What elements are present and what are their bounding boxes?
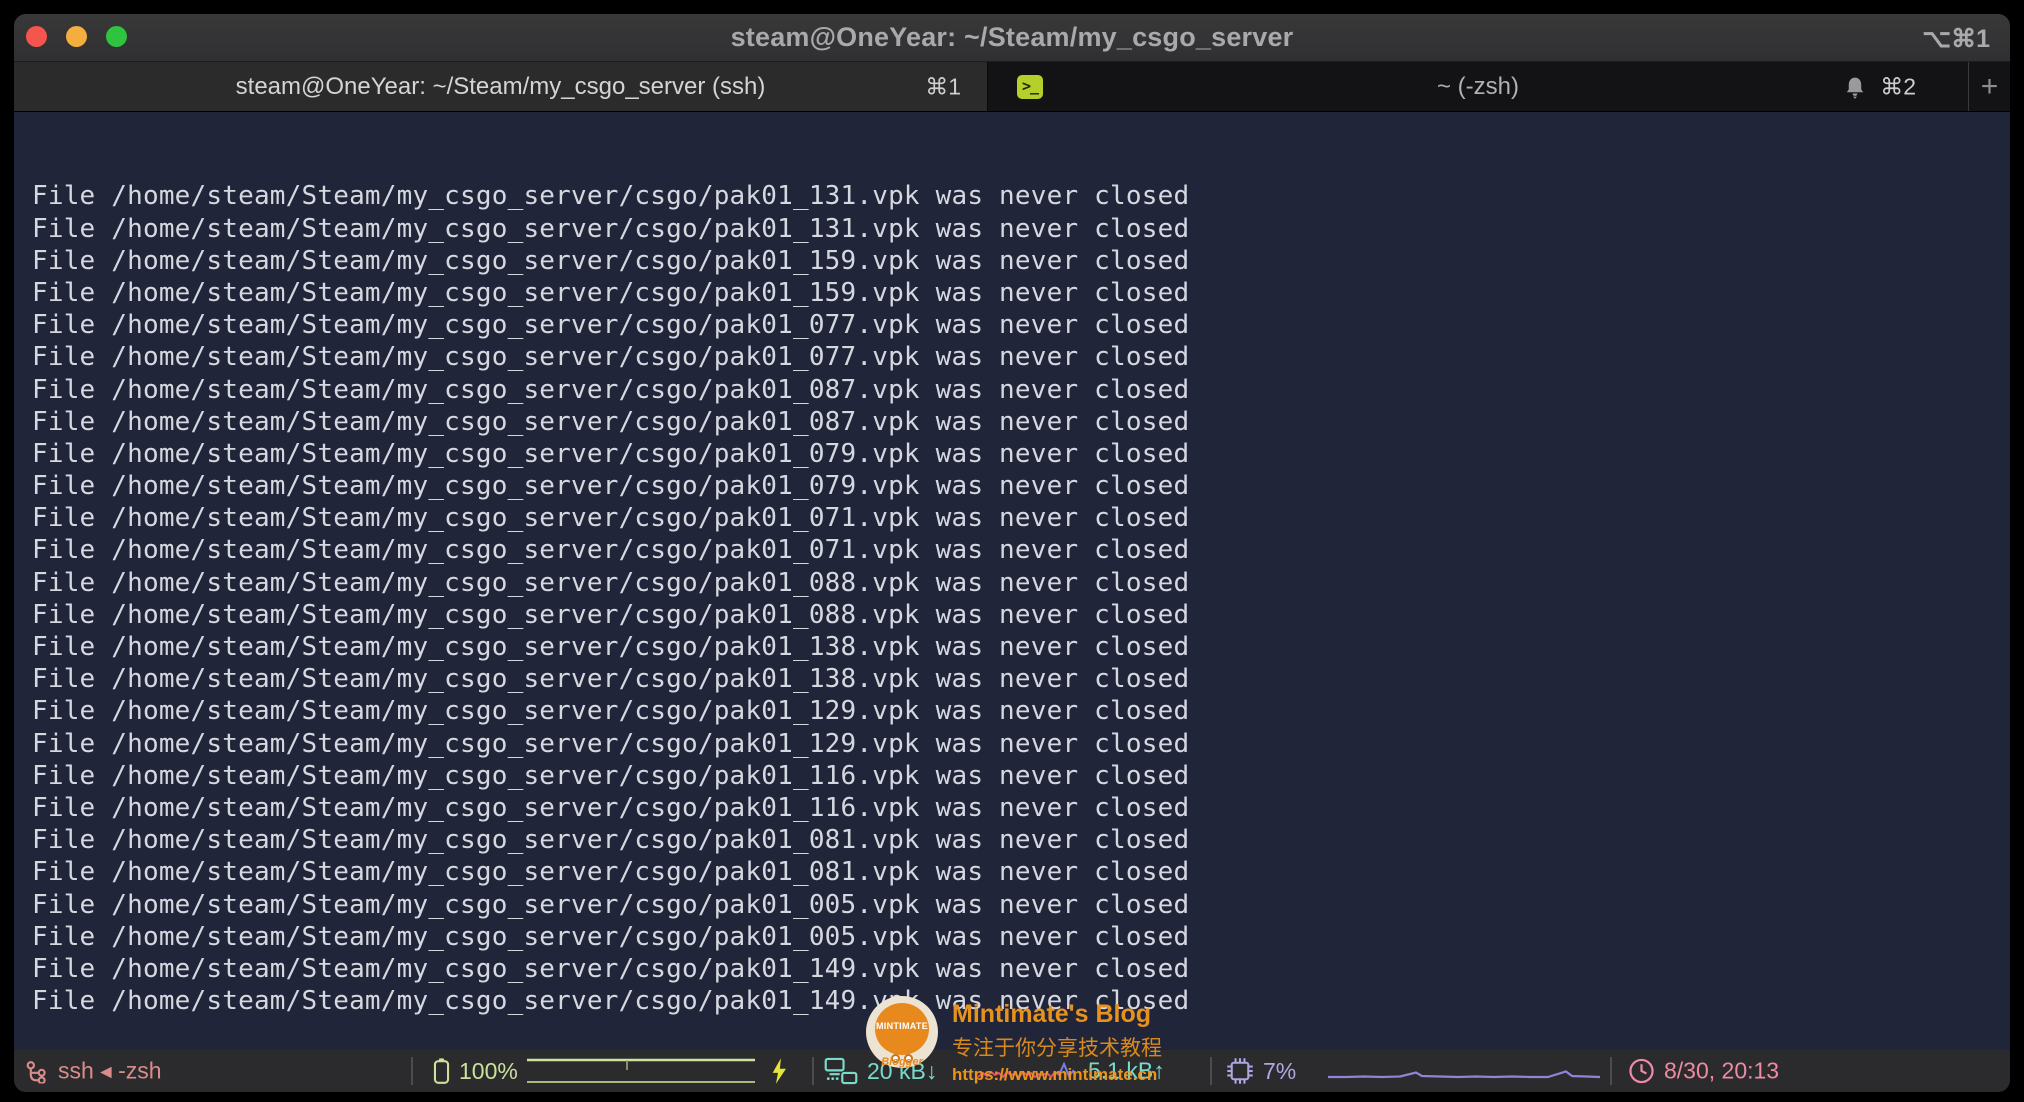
terminal-line: File /home/steam/Steam/my_csgo_server/cs… — [32, 824, 2010, 856]
terminal-line: File /home/steam/Steam/my_csgo_server/cs… — [32, 728, 2010, 760]
terminal-line: File /home/steam/Steam/my_csgo_server/cs… — [32, 245, 2010, 277]
watermark-text: Mintimate's Blog 专注于你分享技术教程 https://www.… — [952, 996, 1162, 1085]
tab-bar: steam@OneYear: ~/Steam/my_csgo_server (s… — [14, 62, 2010, 112]
battery-indicator: 100% — [433, 1057, 755, 1085]
terminal-line: File /home/steam/Steam/my_csgo_server/cs… — [32, 341, 2010, 373]
terminal-line: File /home/steam/Steam/my_csgo_server/cs… — [32, 470, 2010, 502]
battery-percent: 100% — [459, 1058, 518, 1085]
window-title: steam@OneYear: ~/Steam/my_csgo_server — [731, 22, 1294, 53]
cpu-percent: 7% — [1263, 1058, 1296, 1085]
cpu-icon — [1226, 1057, 1254, 1085]
mintimate-logo: MINTIMATE Blogger — [866, 996, 938, 1068]
cpu-indicator: 7% — [1226, 1057, 1296, 1085]
minimize-button[interactable] — [66, 26, 87, 47]
terminal-line: File /home/steam/Steam/my_csgo_server/cs… — [32, 567, 2010, 599]
terminal-output: File /home/steam/Steam/my_csgo_server/cs… — [14, 112, 2010, 1050]
terminal-line: File /home/steam/Steam/my_csgo_server/cs… — [32, 921, 2010, 953]
tab-ssh-session[interactable]: steam@OneYear: ~/Steam/my_csgo_server (s… — [14, 62, 988, 111]
tab-shortcut: ⌘2 — [1880, 73, 1916, 100]
terminal-line: File /home/steam/Steam/my_csgo_server/cs… — [32, 213, 2010, 245]
statusbar-divider — [812, 1057, 814, 1085]
battery-icon — [433, 1057, 450, 1085]
tab-label: steam@OneYear: ~/Steam/my_csgo_server (s… — [236, 73, 766, 101]
terminal-window: steam@OneYear: ~/Steam/my_csgo_server ⌥⌘… — [14, 14, 2010, 1092]
terminal-line: File /home/steam/Steam/my_csgo_server/cs… — [32, 663, 2010, 695]
terminal-line: File /home/steam/Steam/my_csgo_server/cs… — [32, 695, 2010, 727]
process-tree-icon — [24, 1059, 49, 1083]
statusbar-divider — [1610, 1057, 1612, 1085]
terminal-line: File /home/steam/Steam/my_csgo_server/cs… — [32, 631, 2010, 663]
jobs-indicator: ssh ◂ -zsh — [24, 1058, 162, 1085]
clock-icon — [1628, 1058, 1655, 1085]
title-bar: steam@OneYear: ~/Steam/my_csgo_server ⌥⌘… — [14, 14, 2010, 62]
network-icon — [824, 1057, 858, 1085]
watermark-url: https://www.mintimate.cn — [952, 1065, 1162, 1085]
terminal-line: File /home/steam/Steam/my_csgo_server/cs… — [32, 309, 2010, 341]
terminal-line: File /home/steam/Steam/my_csgo_server/cs… — [32, 856, 2010, 888]
terminal-line: File /home/steam/Steam/my_csgo_server/cs… — [32, 792, 2010, 824]
traffic-lights — [26, 26, 127, 47]
terminal-line: File /home/steam/Steam/my_csgo_server/cs… — [32, 277, 2010, 309]
terminal-line: File /home/steam/Steam/my_csgo_server/cs… — [32, 406, 2010, 438]
terminal-line: File /home/steam/Steam/my_csgo_server/cs… — [32, 180, 2010, 212]
terminal-line: File /home/steam/Steam/my_csgo_server/cs… — [32, 502, 2010, 534]
statusbar-divider — [411, 1057, 413, 1085]
terminal-line: File /home/steam/Steam/my_csgo_server/cs… — [32, 374, 2010, 406]
terminal-line: File /home/steam/Steam/my_csgo_server/cs… — [32, 760, 2010, 792]
statusbar-divider — [1210, 1057, 1212, 1085]
logo-badge: MINTIMATE — [875, 1003, 929, 1055]
zoom-button[interactable] — [106, 26, 127, 47]
terminal-line: File /home/steam/Steam/my_csgo_server/cs… — [32, 534, 2010, 566]
terminal-line: File /home/steam/Steam/my_csgo_server/cs… — [32, 889, 2010, 921]
close-button[interactable] — [26, 26, 47, 47]
jobs-label: ssh ◂ -zsh — [58, 1058, 162, 1085]
bell-icon — [1844, 76, 1866, 105]
terminal-line: File /home/steam/Steam/my_csgo_server/cs… — [32, 438, 2010, 470]
tab-shortcut: ⌘1 — [925, 73, 961, 100]
terminal-log: File /home/steam/Steam/my_csgo_server/cs… — [32, 180, 2010, 1017]
watermark-title: Mintimate's Blog — [952, 1000, 1162, 1029]
battery-graph — [527, 1057, 755, 1085]
tab-zsh[interactable]: >_ ~ (-zsh) ⌘2 — [988, 62, 1968, 111]
clock-indicator: 8/30, 20:13 — [1628, 1058, 1779, 1085]
window-shortcut: ⌥⌘1 — [1922, 24, 1990, 54]
cpu-graph — [1328, 1059, 1600, 1083]
clock-label: 8/30, 20:13 — [1664, 1058, 1779, 1085]
tab-label: ~ (-zsh) — [1437, 73, 1519, 101]
watermark: MINTIMATE Blogger Mintimate's Blog 专注于你分… — [866, 996, 1162, 1085]
terminal-line: File /home/steam/Steam/my_csgo_server/cs… — [32, 599, 2010, 631]
logo-subtext: Blogger — [881, 1056, 923, 1068]
watermark-subtitle: 专注于你分享技术教程 — [952, 1032, 1162, 1062]
terminal-line: File /home/steam/Steam/my_csgo_server/cs… — [32, 953, 2010, 985]
new-tab-button[interactable]: + — [1968, 62, 2010, 111]
terminal-icon: >_ — [1017, 75, 1043, 99]
power-bolt-icon — [768, 1057, 790, 1085]
